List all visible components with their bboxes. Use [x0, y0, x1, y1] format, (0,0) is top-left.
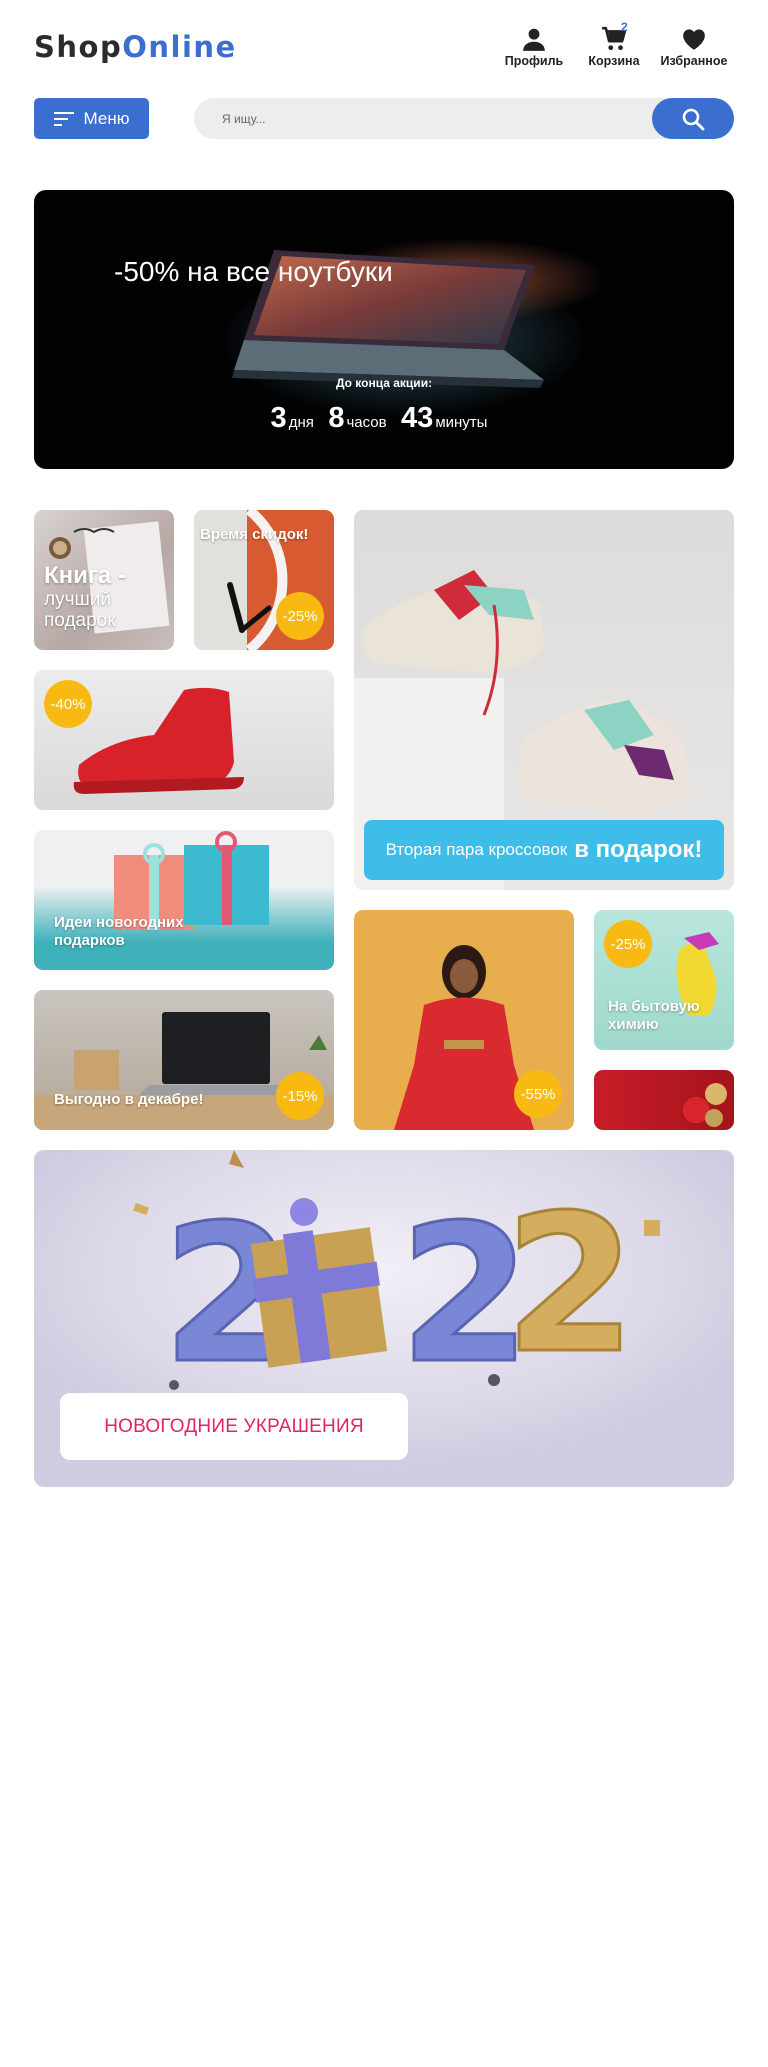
search-input[interactable] [222, 98, 622, 139]
header: ShopOnline Профиль 2 Корзина Избранное [34, 20, 734, 74]
sneakers-promo-text: Вторая пара кроссовок [385, 840, 568, 859]
header-nav: Профиль 2 Корзина Избранное [494, 20, 734, 68]
hero-title: -50% на все ноутбуки [114, 256, 393, 287]
book-title: Книга - [44, 562, 126, 589]
discount-badge: -55% [514, 1070, 562, 1118]
logo[interactable]: ShopOnline [34, 30, 237, 64]
book-subtitle-2: подарок [44, 610, 116, 631]
discount-badge: -15% [276, 1072, 324, 1120]
hero-banner[interactable]: -50% на все ноутбуки До конца акции: 3 дн… [34, 190, 734, 469]
tile-december-deals[interactable]: Выгодно в декабре! -15% [34, 990, 334, 1130]
countdown-caption: До конца акции: [335, 376, 433, 390]
discount-badge: -25% [276, 592, 324, 640]
cart-count-badge: 2 [621, 20, 628, 34]
countdown-hours: 8 [328, 402, 345, 434]
countdown-days-unit: дня [288, 414, 314, 431]
cart-link[interactable]: 2 Корзина [574, 20, 654, 68]
tile-sneaker[interactable]: -40% [34, 670, 334, 810]
favorites-link[interactable]: Избранное [654, 24, 734, 68]
gifts-title-1: Идеи новогодних [54, 914, 184, 931]
tile-dress[interactable]: -55% [354, 910, 574, 1130]
discount-badge: -25% [604, 920, 652, 968]
profile-label: Профиль [504, 54, 564, 68]
tile-christmas-ornaments[interactable] [594, 1070, 734, 1130]
menu-label: Меню [83, 108, 130, 128]
countdown-minutes: 43 [401, 402, 434, 434]
cart-label: Корзина [588, 54, 640, 68]
countdown-days: 3 [270, 402, 287, 434]
countdown-minutes-unit: минуты [435, 414, 488, 431]
chem-title-2: химию [608, 1016, 659, 1033]
heart-icon [683, 29, 705, 50]
discount-badge: -40% [44, 680, 92, 728]
menu-icon [53, 111, 74, 126]
new-year-decorations-label: НОВОГОДНИЕ УКРАШЕНИЯ [104, 1415, 364, 1437]
chem-title-1: На бытовую [608, 998, 700, 1015]
sneakers-promo-bold: в подарок! [574, 836, 703, 863]
user-icon [523, 28, 545, 51]
new-year-decorations-button[interactable]: НОВОГОДНИЕ УКРАШЕНИЯ [60, 1393, 408, 1460]
new-year-banner[interactable]: 2 2 2 НОВОГОДНИЕ УКРАШЕНИЯ [34, 1150, 734, 1487]
profile-link[interactable]: Профиль [494, 24, 574, 68]
book-subtitle-1: лучший [44, 589, 111, 610]
ornaments-photo [681, 1083, 727, 1127]
clock-title: Время скидок! [200, 526, 309, 543]
menu-button[interactable]: Меню [34, 98, 149, 139]
sneakers-promo-banner[interactable]: Вторая пара кроссовок в подарок! [364, 820, 724, 880]
search-bar [194, 98, 734, 139]
gifts-title-2: подарков [54, 932, 125, 949]
tile-gift-ideas[interactable]: Идеи новогодних подарков [34, 830, 334, 970]
search-button[interactable] [652, 98, 734, 139]
countdown-hours-unit: часов [346, 414, 387, 431]
svg-text:2: 2 [504, 1174, 636, 1395]
laptop-title: Выгодно в декабре! [54, 1091, 204, 1108]
favorites-label: Избранное [660, 54, 728, 68]
search-icon [682, 108, 705, 130]
tile-sale-time[interactable]: Время скидок! -25% [194, 510, 334, 650]
tile-book-gift[interactable]: Книга - лучший подарок [34, 510, 174, 650]
tile-sneakers-promo[interactable]: Вторая пара кроссовок в подарок! [354, 510, 734, 890]
tile-household-chemicals[interactable]: -25% На бытовую химию [594, 910, 734, 1050]
countdown: 3 дня 8 часов 43 минуты [34, 402, 734, 435]
gifts-photo [114, 831, 269, 930]
